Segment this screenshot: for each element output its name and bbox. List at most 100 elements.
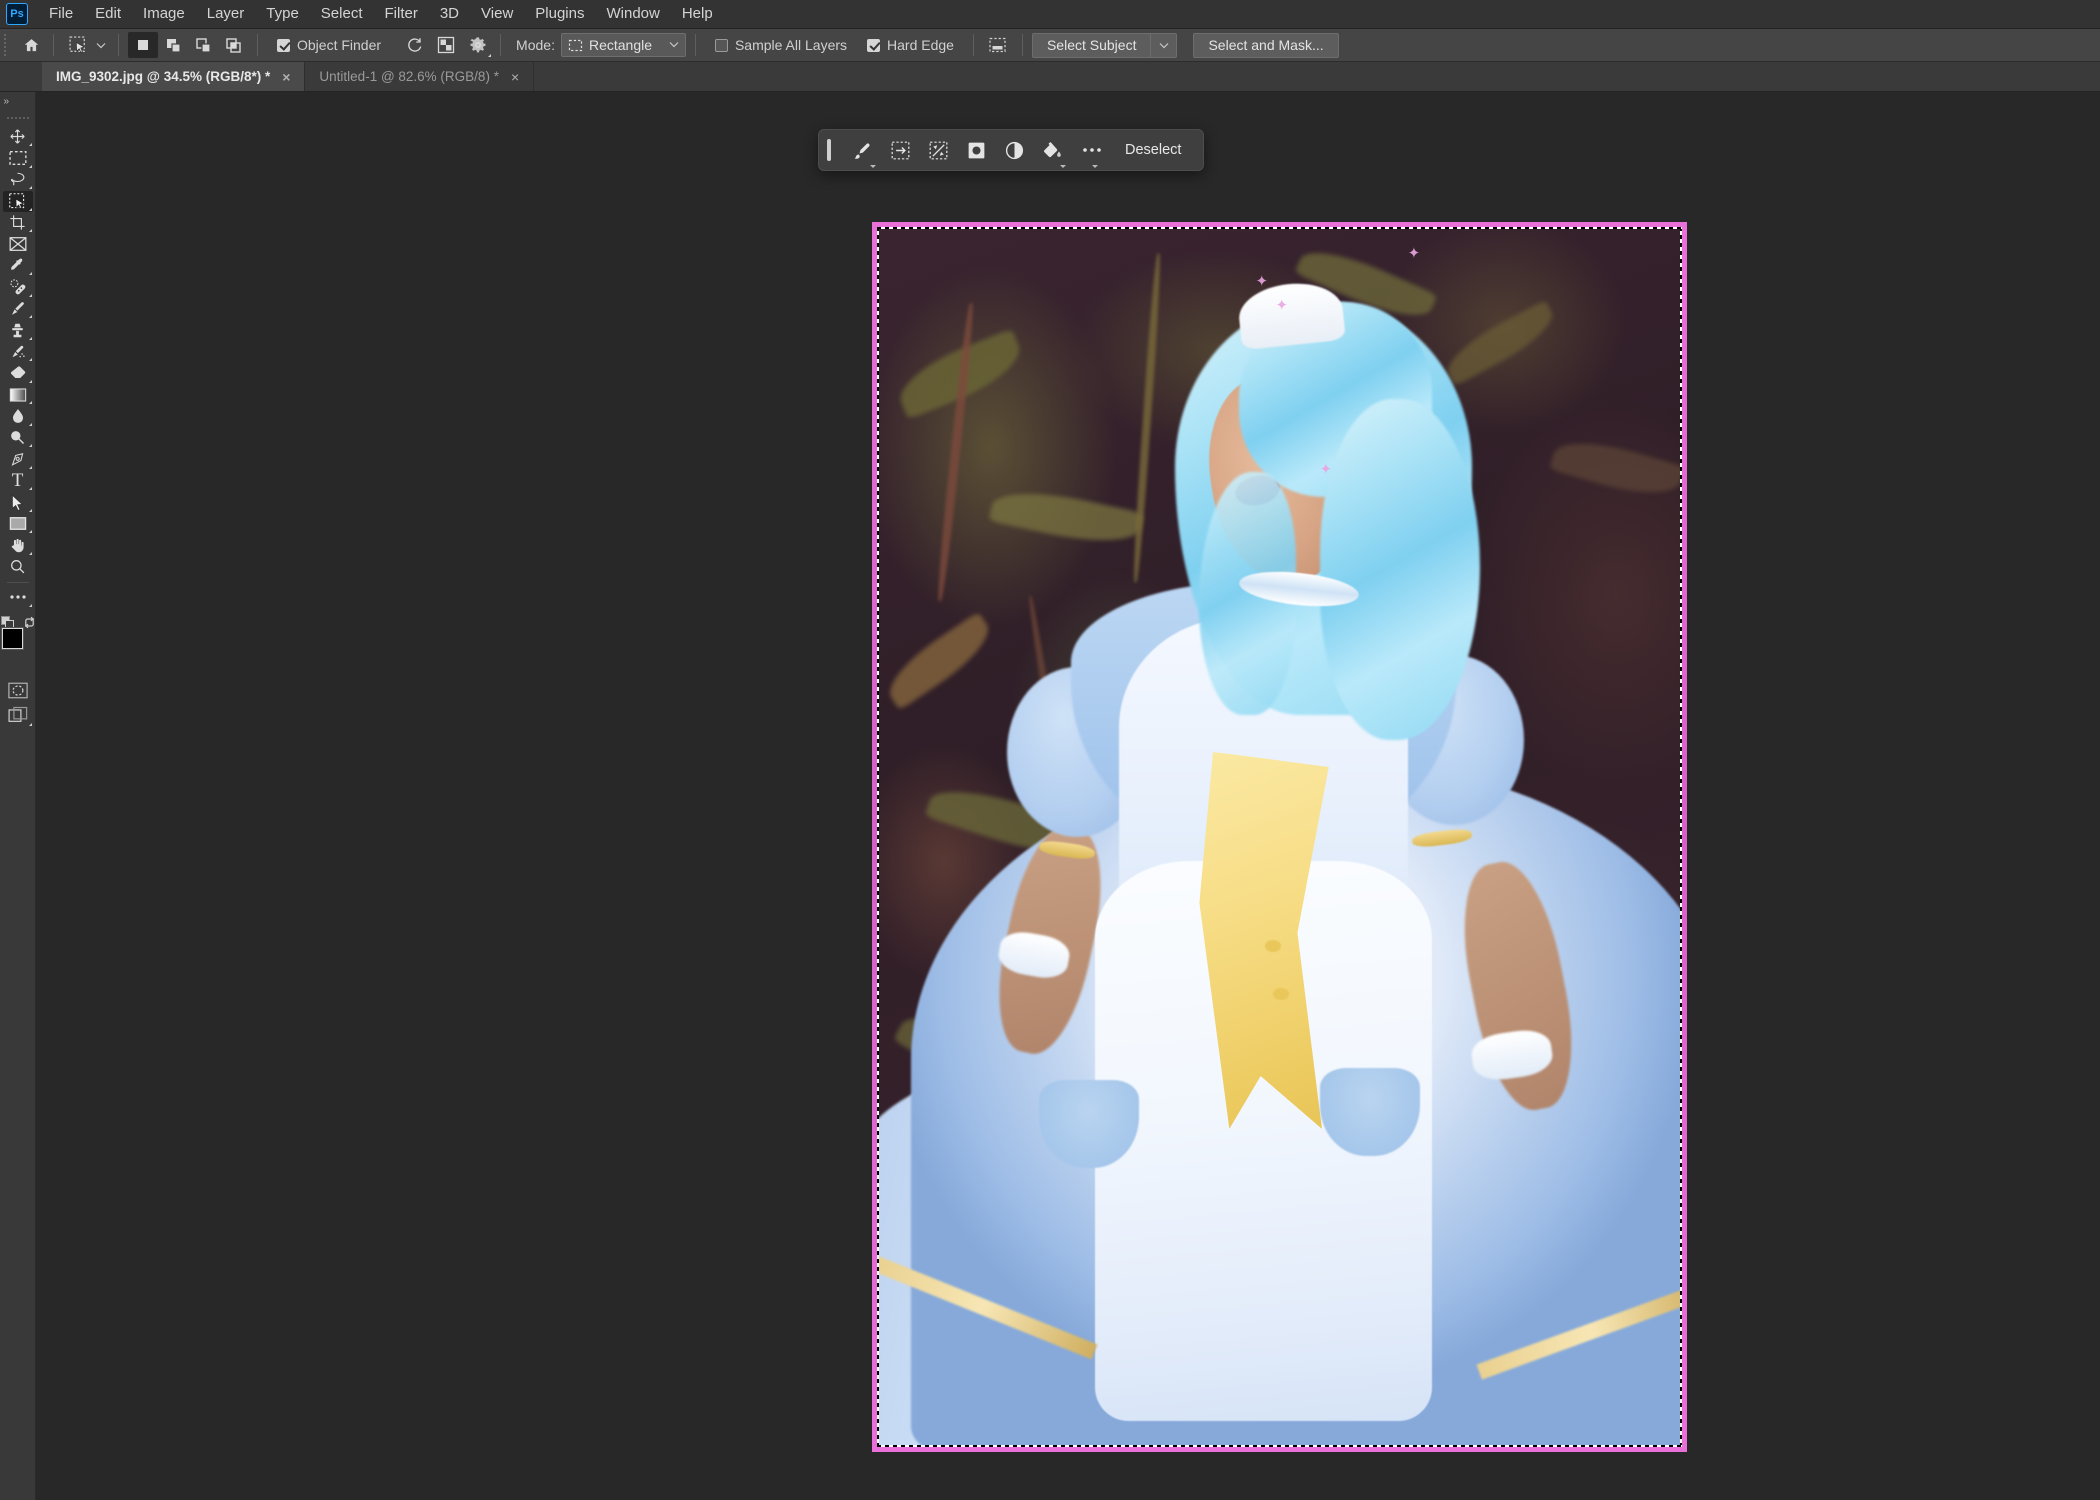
menu-select[interactable]: Select	[310, 1, 374, 27]
type-tool[interactable]: T	[3, 470, 33, 491]
transform-selection-icon[interactable]	[883, 135, 917, 165]
flyout-indicator	[28, 401, 32, 404]
brush-tool[interactable]	[3, 298, 33, 319]
spot-healing-brush-tool[interactable]	[3, 277, 33, 298]
blur-tool[interactable]	[3, 406, 33, 427]
tools-panel-grip[interactable]	[0, 112, 36, 124]
cosplay-figure: ✦ ✦ ✦ ✦	[879, 229, 1680, 1445]
gear-icon[interactable]	[465, 32, 492, 58]
divider	[6, 581, 29, 583]
drag-handle[interactable]	[827, 139, 831, 161]
flyout-indicator	[28, 229, 32, 232]
clone-stamp-tool[interactable]	[3, 320, 33, 341]
object-finder-checkbox[interactable]: Object Finder	[277, 37, 381, 53]
deselect-button[interactable]: Deselect	[1115, 142, 1191, 158]
color-swatches	[1, 628, 35, 662]
close-icon[interactable]: ×	[282, 70, 290, 84]
move-tool[interactable]	[3, 126, 33, 147]
zoom-tool[interactable]	[3, 556, 33, 577]
object-selection-tool-icon[interactable]	[63, 32, 93, 58]
dodge-tool[interactable]	[3, 427, 33, 448]
tool-preset-chevron-down-icon[interactable]	[93, 32, 109, 58]
ellipsis-icon[interactable]	[1073, 135, 1111, 168]
sample-all-layers-checkbox[interactable]: Sample All Layers	[714, 37, 848, 53]
home-icon[interactable]	[18, 32, 44, 58]
divider	[118, 34, 119, 56]
select-and-mask-button[interactable]: Select and Mask...	[1193, 32, 1339, 58]
object-finder-label: Object Finder	[297, 37, 382, 53]
lasso-tool[interactable]	[3, 169, 33, 190]
intersect-with-selection-button[interactable]	[218, 32, 248, 58]
chevron-down-icon	[1092, 165, 1098, 168]
chevron-down-icon	[870, 165, 876, 168]
change-screen-mode-icon[interactable]	[3, 703, 33, 727]
sample-all-layers-label: Sample All Layers	[734, 37, 848, 53]
options-bar-grip[interactable]	[0, 29, 10, 62]
subtract-from-selection-button[interactable]	[188, 32, 218, 58]
menu-edit[interactable]: Edit	[84, 1, 132, 27]
close-icon[interactable]: ×	[511, 70, 519, 84]
menu-file[interactable]: File	[38, 1, 84, 27]
history-brush-tool[interactable]	[3, 341, 33, 362]
checkbox-box	[277, 38, 290, 52]
select-subject-button[interactable]: Select Subject	[1031, 32, 1152, 58]
menu-image[interactable]: Image	[132, 1, 196, 27]
double-chevron-right-icon[interactable]: »	[0, 95, 36, 107]
flyout-indicator	[28, 551, 32, 555]
select-and-mask-icon[interactable]	[845, 135, 879, 168]
select-subject-chevron-down-icon[interactable]	[1151, 32, 1178, 58]
document-tab-img-9302[interactable]: IMG_9302.jpg @ 34.5% (RGB/8*) * ×	[42, 62, 306, 91]
menu-filter[interactable]: Filter	[374, 1, 429, 27]
pen-tool[interactable]	[3, 449, 33, 470]
menu-window[interactable]: Window	[595, 1, 670, 27]
divider	[972, 34, 974, 56]
sparkle-accent: ✦	[1407, 244, 1421, 262]
object-selection-tool[interactable]	[2, 190, 33, 212]
document-canvas[interactable]: ✦ ✦ ✦ ✦	[872, 222, 1687, 1452]
divider	[257, 34, 258, 56]
hand-tool[interactable]	[3, 535, 33, 556]
flyout-indicator	[28, 164, 32, 168]
photoshop-logo-icon: Ps	[6, 3, 28, 25]
flyout-indicator	[28, 207, 32, 211]
flyout-indicator	[28, 508, 32, 512]
frame-tool[interactable]	[3, 234, 33, 255]
selection-presets-icon[interactable]	[983, 32, 1013, 58]
paint-bucket-icon[interactable]	[1035, 135, 1069, 168]
invert-selection-icon[interactable]	[921, 135, 955, 165]
adjustment-layer-icon[interactable]	[997, 135, 1031, 165]
mode-dropdown[interactable]: Rectangle	[560, 33, 686, 57]
menu-type[interactable]: Type	[255, 1, 310, 27]
flyout-indicator	[28, 272, 32, 275]
add-layer-mask-icon[interactable]	[959, 135, 993, 165]
menu-plugins[interactable]: Plugins	[524, 1, 595, 27]
new-selection-button[interactable]	[128, 32, 158, 58]
rectangular-marquee-tool[interactable]	[3, 148, 33, 169]
hard-edge-checkbox[interactable]: Hard Edge	[867, 37, 954, 53]
add-to-selection-button[interactable]	[158, 32, 188, 58]
checkbox-box	[867, 38, 881, 52]
path-selection-tool[interactable]	[3, 492, 33, 513]
eraser-tool[interactable]	[3, 363, 33, 384]
flyout-indicator	[28, 530, 32, 533]
hard-edge-label: Hard Edge	[887, 37, 954, 53]
gradient-tool[interactable]	[3, 384, 33, 405]
eyedropper-tool[interactable]	[3, 255, 33, 276]
foreground-color-swatch[interactable]	[1, 628, 23, 649]
contextual-task-bar[interactable]: Deselect	[818, 129, 1205, 171]
rectangle-tool[interactable]	[3, 513, 33, 534]
show-object-overlay-icon[interactable]	[433, 32, 459, 58]
document-tab-untitled-1[interactable]: Untitled-1 @ 82.6% (RGB/8) * ×	[305, 62, 535, 91]
refresh-icon[interactable]	[401, 32, 427, 58]
menu-help[interactable]: Help	[671, 1, 724, 27]
quick-mask-mode-icon[interactable]	[3, 678, 33, 702]
edit-toolbar-button[interactable]	[3, 587, 33, 608]
crop-tool[interactable]	[3, 212, 33, 233]
menu-view[interactable]: View	[470, 1, 524, 27]
menu-3d[interactable]: 3D	[429, 1, 470, 27]
menu-layer[interactable]: Layer	[196, 1, 256, 27]
tab-title: Untitled-1 @ 82.6% (RGB/8) *	[319, 69, 499, 84]
flyout-indicator	[28, 487, 32, 490]
flyout-indicator	[28, 465, 32, 469]
canvas-workspace[interactable]: ✦ ✦ ✦ ✦ Deselect	[36, 92, 2100, 1500]
